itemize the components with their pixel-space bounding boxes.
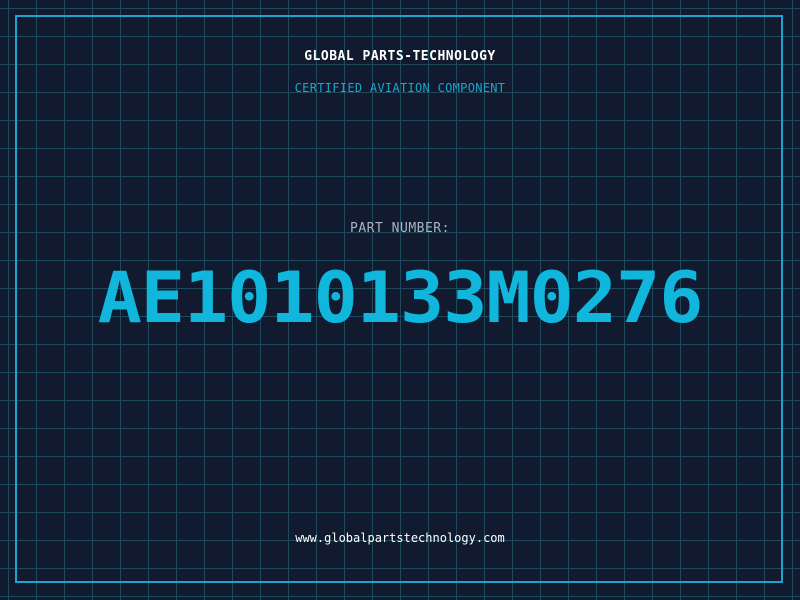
website-url: www.globalpartstechnology.com [295, 531, 505, 545]
part-number-label: PART NUMBER: [350, 221, 450, 236]
part-number-value: AE1010133M0276 [97, 257, 704, 339]
company-name: GLOBAL PARTS-TECHNOLOGY [304, 49, 496, 64]
certification-subtitle: CERTIFIED AVIATION COMPONENT [294, 81, 506, 95]
